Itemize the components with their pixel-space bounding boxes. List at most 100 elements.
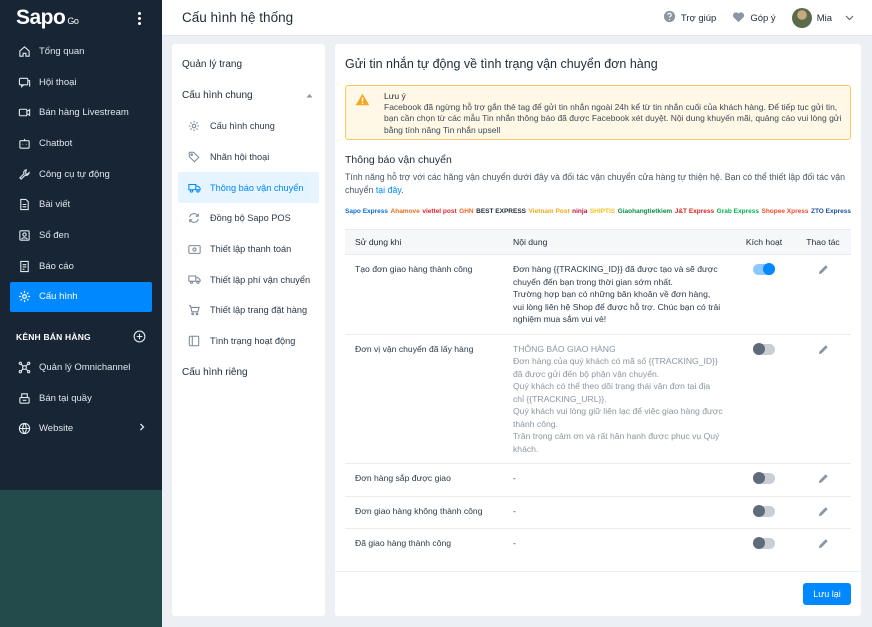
main-sidebar: Sapo Go Tổng quan Hội thoại Bán hàng Live… (0, 0, 162, 490)
chevron-right-icon (138, 423, 146, 434)
more-menu-icon[interactable] (138, 12, 142, 25)
submenu-page-manage[interactable]: Quản lý trang (172, 49, 325, 80)
edit-pencil-icon[interactable] (818, 344, 829, 359)
carrier-logo: Sapo Express (345, 207, 388, 215)
save-button[interactable]: Lưu lại (803, 583, 851, 605)
sidebar-item-label: Tổng quan (39, 45, 85, 57)
sync-icon (188, 212, 202, 224)
submenu-private-group[interactable]: Cấu hình riêng (172, 357, 325, 388)
content-cell: - (503, 528, 733, 561)
edit-pencil-icon[interactable] (818, 538, 829, 553)
feedback-label: Góp ý (750, 12, 776, 24)
brand: Sapo Go (0, 0, 162, 36)
heart-icon (732, 11, 745, 26)
submenu-item-shipping-fee[interactable]: Thiết lập phí vận chuyển (172, 264, 325, 295)
carrier-logo: Grab Express (716, 207, 759, 215)
notification-table: Sử dụng khi Nội dung Kích hoạt Thao tác … (345, 229, 851, 561)
shipping-description-text: Tính năng hỗ trợ với các hãng vận chuyển… (345, 172, 846, 195)
sidebar-item-omnichannel[interactable]: Quản lý Omnichannel (0, 352, 162, 383)
user-menu[interactable]: Mia (791, 8, 854, 28)
sidebar-item-posts[interactable]: Bài viết (0, 189, 162, 220)
sidebar-item-label: Bán hàng Livestream (39, 107, 129, 119)
actions-cell (795, 528, 851, 561)
sidebar-item-chatbot[interactable]: Chatbot (0, 128, 162, 159)
carrier-logo: J&T Express (674, 207, 715, 215)
home-icon (17, 44, 31, 58)
sidebar-item-label: Bán tại quầy (39, 392, 92, 404)
content-line: Quý khách có thể theo dõi trạng thái vận… (513, 381, 711, 404)
edit-pencil-icon[interactable] (818, 506, 829, 521)
submenu-item-general[interactable]: Cấu hình chung (172, 111, 325, 142)
active-cell (733, 495, 795, 529)
submenu-item-label: Thiết lập trang đặt hàng (210, 305, 308, 316)
gear-icon (188, 120, 202, 132)
help-icon (663, 10, 676, 26)
shipping-notification-panel: Gửi tin nhắn tự động về tình trạng vận c… (335, 44, 861, 616)
submenu-item-labels[interactable]: Nhãn hội thoại (172, 142, 325, 173)
submenu-item-sapo-pos-sync[interactable]: Đồng bộ Sapo POS (172, 203, 325, 234)
edit-pencil-icon[interactable] (818, 264, 829, 279)
chat-icon (17, 75, 31, 89)
bot-icon (17, 136, 31, 150)
footer-divider (335, 571, 861, 572)
report-icon (17, 259, 31, 273)
actions-cell (795, 254, 851, 334)
active-toggle[interactable] (753, 342, 775, 355)
submenu-item-activity-status[interactable]: Tình trạng hoạt động (172, 326, 325, 357)
column-actions: Thao tác (795, 229, 851, 255)
toggle-knob (753, 504, 765, 517)
sidebar-item-livestream[interactable]: Bán hàng Livestream (0, 97, 162, 128)
sidebar-item-automation[interactable]: Công cụ tự động (0, 159, 162, 190)
add-channel-icon[interactable] (133, 330, 146, 345)
submenu-item-shipping-notification[interactable]: Thông báo vận chuyển (178, 172, 319, 204)
active-toggle[interactable] (753, 263, 775, 275)
header-actions: Trợ giúp Góp ý Mia (663, 0, 854, 36)
content-cell: - (503, 463, 733, 496)
carrier-logo: viettel post (422, 207, 457, 215)
sapo-logo[interactable]: Sapo Go (16, 6, 79, 30)
active-toggle[interactable] (753, 537, 775, 549)
active-toggle[interactable] (753, 504, 775, 517)
pos-icon (17, 391, 31, 405)
sidebar-item-settings[interactable]: Cấu hình (10, 281, 152, 313)
sidebar-item-conversations[interactable]: Hội thoại (0, 67, 162, 98)
edit-pencil-icon[interactable] (818, 473, 829, 488)
active-cell (733, 463, 795, 496)
sidebar-item-overview[interactable]: Tổng quan (0, 36, 162, 67)
help-button[interactable]: Trợ giúp (663, 10, 716, 26)
carrier-logo: ninja (572, 207, 588, 215)
sidebar-item-pos[interactable]: Bán tại quầy (0, 383, 162, 414)
submenu-item-label: Nhãn hội thoại (210, 152, 270, 163)
carrier-logo: Vietnam Post (528, 207, 570, 215)
submenu-private-title: Cấu hình riêng (182, 366, 248, 378)
content-cell: - (503, 495, 733, 529)
sidebar-item-website[interactable]: Website (0, 414, 162, 445)
status-panel-icon (188, 335, 202, 347)
wrench-icon (17, 167, 31, 181)
sidebar-item-label: Bài viết (39, 199, 71, 211)
active-cell (733, 528, 795, 561)
column-active: Kích hoạt (733, 229, 795, 255)
carrier-logo: Ahamove (390, 207, 420, 215)
sidebar-item-blacklist[interactable]: Sổ đen (0, 220, 162, 251)
delivery-icon (188, 274, 202, 285)
sidebar-item-reports[interactable]: Báo cáo (0, 251, 162, 282)
toggle-knob (753, 472, 765, 484)
submenu-item-order-page[interactable]: Thiết lập trang đặt hàng (172, 295, 325, 326)
active-toggle[interactable] (753, 472, 775, 484)
help-label: Trợ giúp (680, 12, 717, 24)
submenu-general-group[interactable]: Cấu hình chung (172, 80, 325, 111)
content-line: - (513, 538, 516, 548)
sidebar-item-label: Công cụ tự động (39, 168, 110, 180)
submenu-item-label: Đồng bộ Sapo POS (210, 213, 291, 224)
feedback-button[interactable]: Góp ý (732, 11, 776, 26)
sidebar-item-label: Cấu hình (39, 291, 78, 303)
user-name: Mia (816, 12, 832, 24)
submenu-item-payment[interactable]: Thiết lập thanh toán (172, 234, 325, 265)
document-icon (17, 198, 31, 212)
carrier-setup-link[interactable]: tại đây (376, 185, 401, 195)
sidebar-item-label: Quản lý Omnichannel (39, 362, 131, 374)
carrier-logo: Giaohangtietkiem (617, 207, 673, 215)
table-row: Đơn hàng sắp được giao - (345, 463, 851, 496)
blacklist-icon (17, 228, 31, 242)
